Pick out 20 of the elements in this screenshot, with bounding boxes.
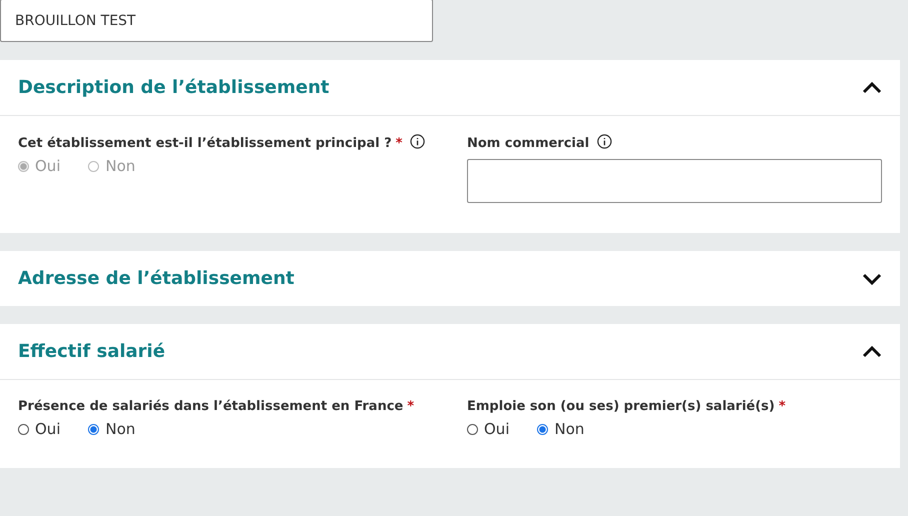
info-icon[interactable] xyxy=(596,134,612,149)
field-label: Emploie son (ou ses) premier(s) salarié(s) xyxy=(467,399,775,414)
chevron-up-icon[interactable] xyxy=(862,346,882,358)
field-label: Présence de salariés dans l’établissement en France xyxy=(18,399,404,414)
section-title: Adresse de l’établissement xyxy=(18,268,294,289)
section-title: Description de l’établissement xyxy=(18,77,330,98)
field-label: Cet établissement est-il l’établissement principal ? xyxy=(18,136,392,151)
required-mark: * xyxy=(396,136,402,151)
chevron-down-icon[interactable] xyxy=(862,272,882,284)
chevron-up-icon[interactable] xyxy=(862,82,882,94)
draft-name-field[interactable]: BROUILLON TEST xyxy=(0,0,433,42)
radio-option[interactable]: Non xyxy=(537,420,584,438)
required-mark: * xyxy=(778,399,786,414)
field-label: Nom commercial xyxy=(467,136,590,151)
section-title: Effectif salarié xyxy=(18,341,166,362)
radio-option[interactable]: Oui xyxy=(18,420,60,438)
radio-option[interactable]: Non xyxy=(88,420,136,438)
radio-option[interactable]: Oui xyxy=(467,420,510,438)
text-field[interactable] xyxy=(467,159,882,203)
required-mark: * xyxy=(407,399,414,414)
